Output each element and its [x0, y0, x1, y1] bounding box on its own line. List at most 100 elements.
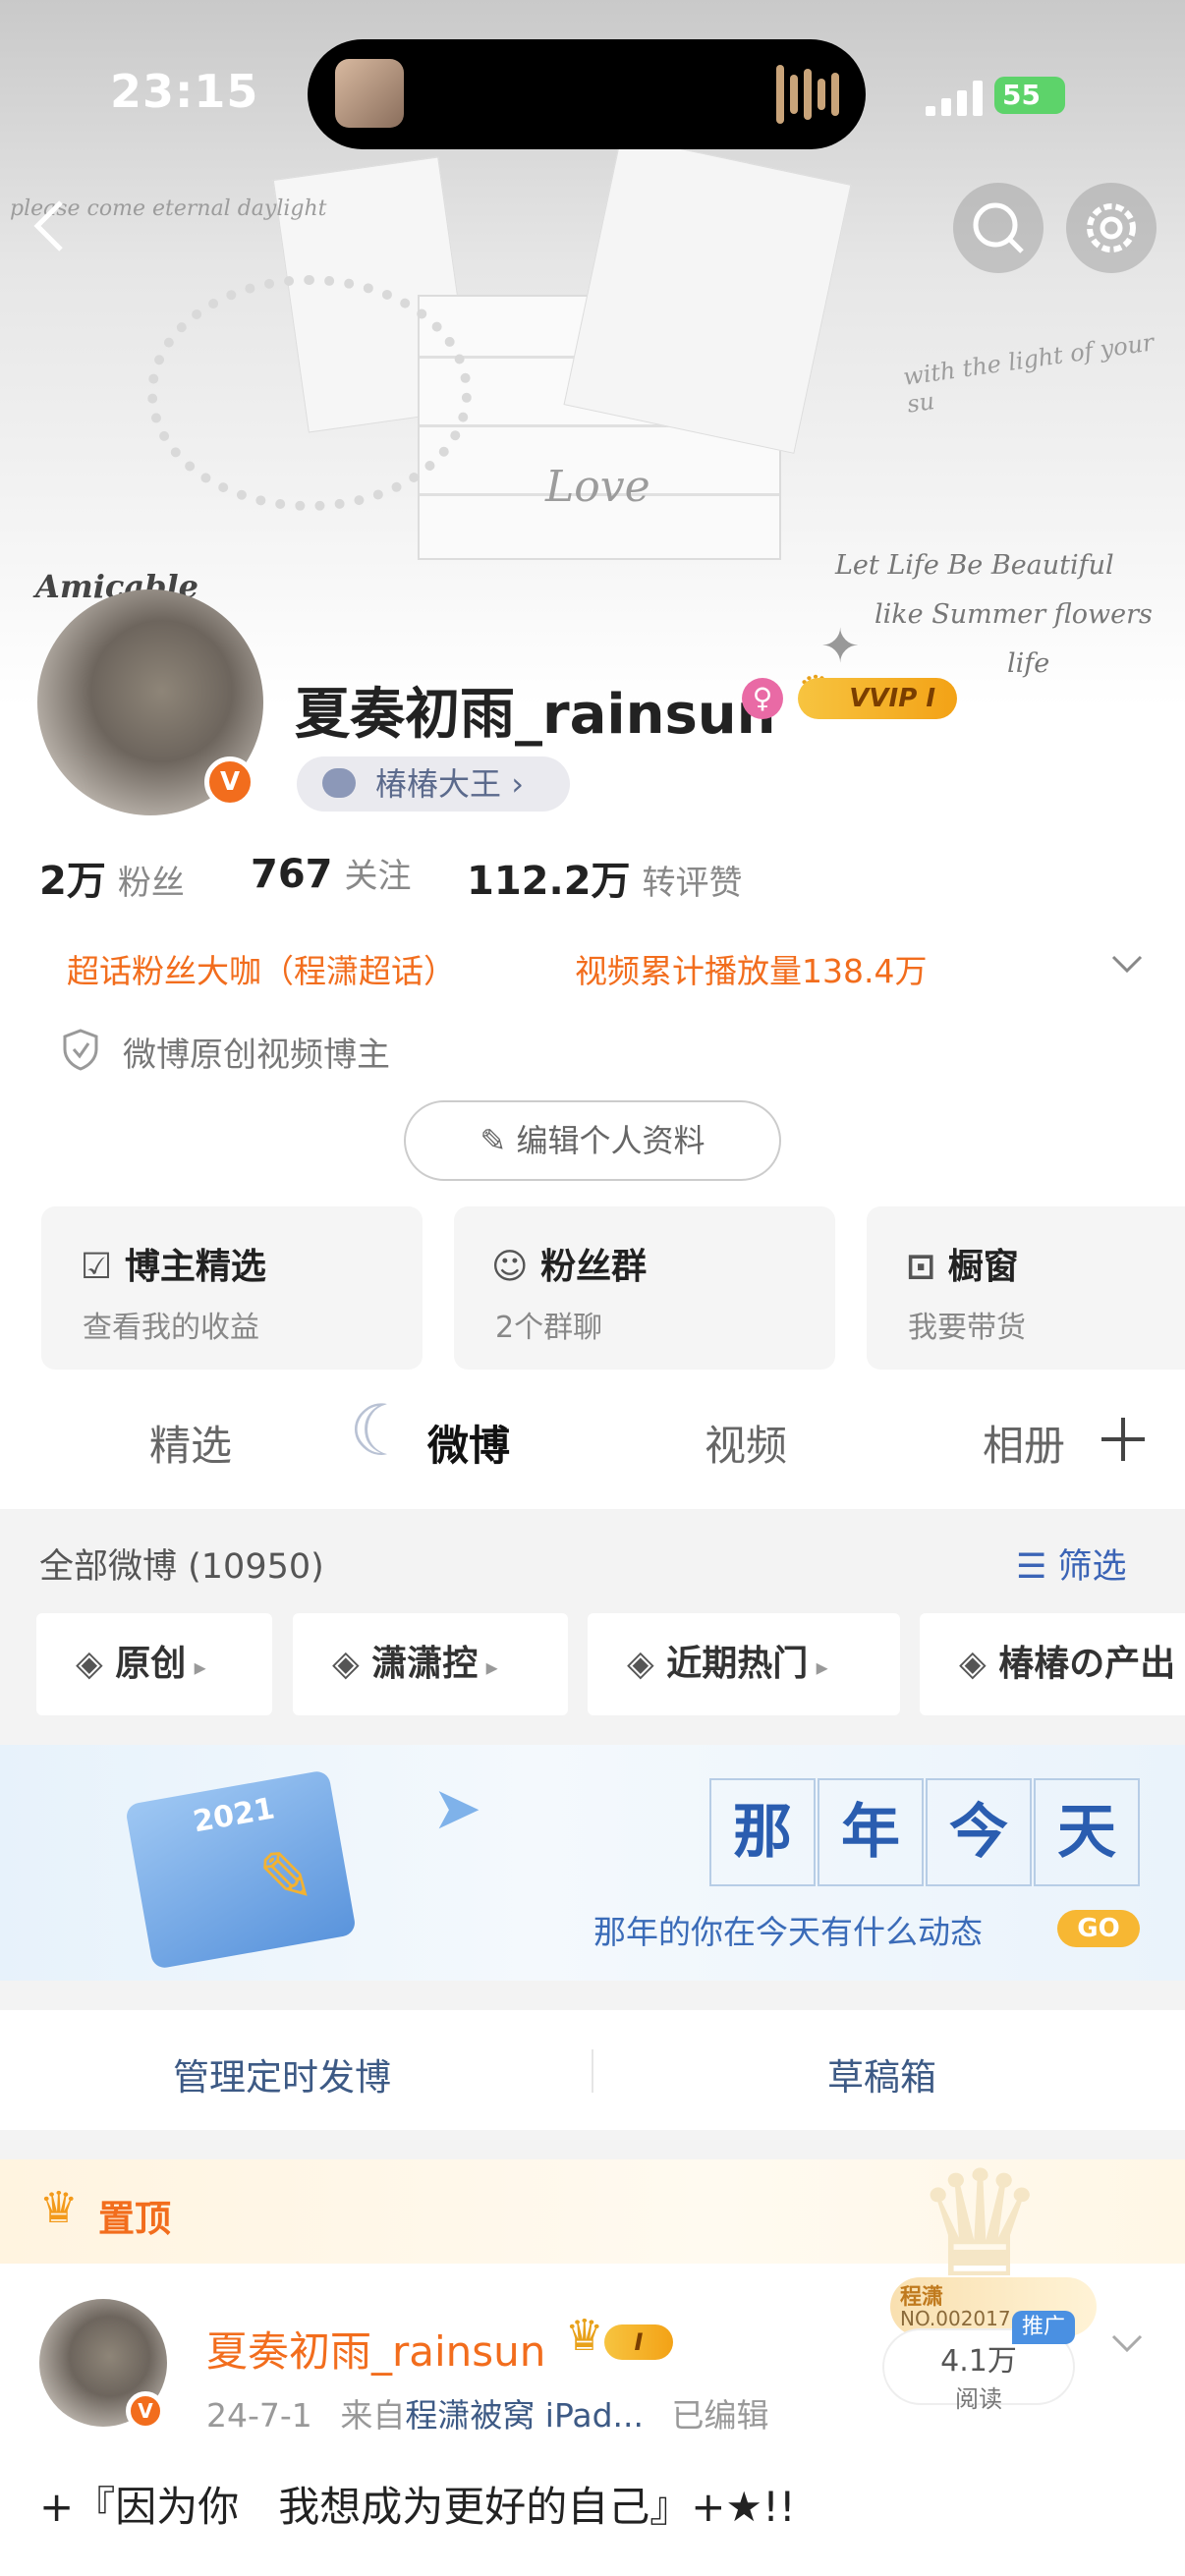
- plus-icon[interactable]: [1099, 1415, 1148, 1464]
- chip-xiaoxiao[interactable]: ◈ 潇潇控 ▸: [293, 1613, 568, 1715]
- drafts-button[interactable]: 草稿箱: [827, 2047, 936, 2100]
- tab-video[interactable]: 视频: [705, 1413, 787, 1473]
- go-button[interactable]: GO: [1057, 1910, 1140, 1947]
- filter-button[interactable]: ☰ 筛选: [1016, 1539, 1127, 1589]
- stat-label: 转评赞: [642, 864, 743, 903]
- now-playing-thumbnail: [335, 59, 404, 128]
- cover-quote-2: like Summer flowers: [875, 599, 1153, 630]
- card-subtitle: 查看我的收益: [83, 1311, 259, 1345]
- caret-right-icon: ▸: [186, 1653, 206, 1681]
- card-showcase[interactable]: ⊡ 橱窗 我要带货: [867, 1206, 1185, 1370]
- signal-icon: [926, 106, 935, 116]
- sticker-number: NO.002017: [900, 2307, 1011, 2330]
- verified-badge: V: [126, 2391, 165, 2431]
- card-title: ☑ 博主精选: [81, 1247, 266, 1287]
- verified-badge: V: [204, 756, 255, 808]
- cover-quote-3: life: [1007, 648, 1050, 679]
- cover-card-cat: [563, 136, 852, 454]
- read-count-label: 阅读: [955, 2385, 1002, 2413]
- profile-username: 夏奏初雨_rainsun: [295, 683, 776, 747]
- card-title: ☺ 粉丝群: [491, 1247, 648, 1287]
- vvip-badge[interactable]: VVIP I: [798, 678, 957, 719]
- edit-profile-button[interactable]: ✎ 编辑个人资料: [404, 1100, 781, 1181]
- caret-right-icon: ▸: [478, 1653, 498, 1681]
- stat-value: 112.2万: [467, 859, 631, 904]
- status-time: 23:15: [110, 65, 259, 118]
- stat-interactions[interactable]: 112.2万 转评赞: [467, 849, 743, 906]
- signal-bar: [941, 98, 951, 116]
- stat-followers[interactable]: 2万 粉丝: [39, 849, 185, 906]
- stat-value: 767: [251, 852, 333, 897]
- banner-char: 天: [1034, 1778, 1140, 1886]
- banner-char: 年: [818, 1778, 924, 1886]
- back-icon[interactable]: [29, 196, 69, 255]
- feed-count: 全部微博 (10950): [39, 1547, 324, 1587]
- audio-wave-bar: [804, 69, 812, 120]
- chip-original[interactable]: ◈ 原创 ▸: [36, 1613, 272, 1715]
- pinned-label: 置顶: [98, 2198, 171, 2240]
- stat-label: 关注: [344, 857, 412, 896]
- post-source[interactable]: 程潇被窝 iPad...: [405, 2396, 644, 2435]
- audio-wave-icon: [776, 65, 784, 124]
- settings-button[interactable]: [1066, 183, 1157, 273]
- chip-recent-hot[interactable]: ◈ 近期热门 ▸: [588, 1613, 900, 1715]
- cover-heart-lace: [147, 275, 472, 511]
- creator-badge-text: 微博原创视频博主: [123, 1036, 390, 1075]
- post-menu-chevron-icon[interactable]: [1110, 2328, 1144, 2358]
- chip-chunchun[interactable]: ◈ 椿椿の产出: [920, 1613, 1185, 1715]
- gender-icon: ♀: [742, 678, 783, 719]
- bag-icon: ⊡: [906, 1247, 948, 1287]
- calendar-year: 2021: [190, 1791, 278, 1840]
- card-fan-group[interactable]: ☺ 粉丝群 2个群聊: [454, 1206, 835, 1370]
- caret-right-icon: ▸: [808, 1653, 828, 1681]
- search-icon: [973, 202, 1024, 253]
- chevron-right-icon: ›: [511, 765, 524, 803]
- post-source-prefix: 来自: [340, 2396, 406, 2435]
- stat-following[interactable]: 767 关注: [251, 849, 412, 897]
- shield-icon: [61, 1028, 100, 1071]
- tab-featured[interactable]: 精选: [149, 1413, 232, 1473]
- tab-album[interactable]: 相册: [983, 1413, 1065, 1473]
- banner-subtitle: 那年的你在今天有什么动态: [593, 1913, 983, 1951]
- scheduled-posts-button[interactable]: 管理定时发博: [173, 2047, 391, 2100]
- chevron-down-icon[interactable]: [1110, 949, 1144, 979]
- calendar-icon: 2021: [124, 1769, 358, 1970]
- layers-icon: ◈: [332, 1644, 372, 1684]
- group-tag-label: 椿椿大王: [375, 765, 502, 803]
- layers-icon: ◈: [959, 1644, 999, 1684]
- layers-icon: ◈: [627, 1644, 667, 1684]
- audio-wave-bar: [818, 79, 825, 110]
- promo-badge[interactable]: 推广: [1012, 2311, 1075, 2344]
- tab-weibo[interactable]: 微博: [427, 1413, 510, 1473]
- action-divider: [592, 2049, 593, 2093]
- post-meta: 24-7-1 来自程潇被窝 iPad... 已编辑: [206, 2389, 769, 2436]
- honor-video-plays[interactable]: 视频累计播放量138.4万: [575, 945, 927, 992]
- chat-bubble-icon: [322, 768, 356, 798]
- pencil-icon: ✎: [257, 1837, 315, 1918]
- paper-plane-icon: ➤: [432, 1774, 482, 1843]
- post-date: 24-7-1: [206, 2396, 312, 2435]
- gear-icon: [1087, 203, 1136, 252]
- audio-wave-bar: [831, 73, 839, 116]
- vip-level-badge: I: [604, 2324, 673, 2360]
- audio-wave-bar: [790, 75, 798, 114]
- search-button[interactable]: [953, 183, 1044, 273]
- card-title: ⊡ 橱窗: [906, 1247, 1019, 1287]
- post-author-name[interactable]: 夏奏初雨_rainsun: [206, 2319, 545, 2379]
- checklist-icon: ☑: [81, 1247, 125, 1287]
- pinned-crown-icon: ♛: [39, 2183, 79, 2233]
- honor-superfan[interactable]: 超话粉丝大咖（程潇超话）: [67, 945, 456, 992]
- cover-right-script: with the light of your su: [901, 328, 1157, 419]
- card-subtitle: 2个群聊: [495, 1311, 603, 1345]
- group-tag[interactable]: 椿椿大王 ›: [297, 756, 570, 812]
- banner-char: 今: [926, 1778, 1032, 1886]
- banner-char: 那: [709, 1778, 816, 1886]
- filter-icon: ☰: [1016, 1547, 1058, 1587]
- section-divider: [0, 1981, 1185, 2010]
- group-icon: ☺: [491, 1247, 541, 1287]
- stat-label: 粉丝: [117, 864, 185, 903]
- sparkle-icon: ✦: [820, 619, 861, 674]
- signal-bar: [973, 81, 983, 116]
- card-creator-picks[interactable]: ☑ 博主精选 查看我的收益: [41, 1206, 423, 1370]
- edit-profile-label: 编辑个人资料: [516, 1122, 705, 1159]
